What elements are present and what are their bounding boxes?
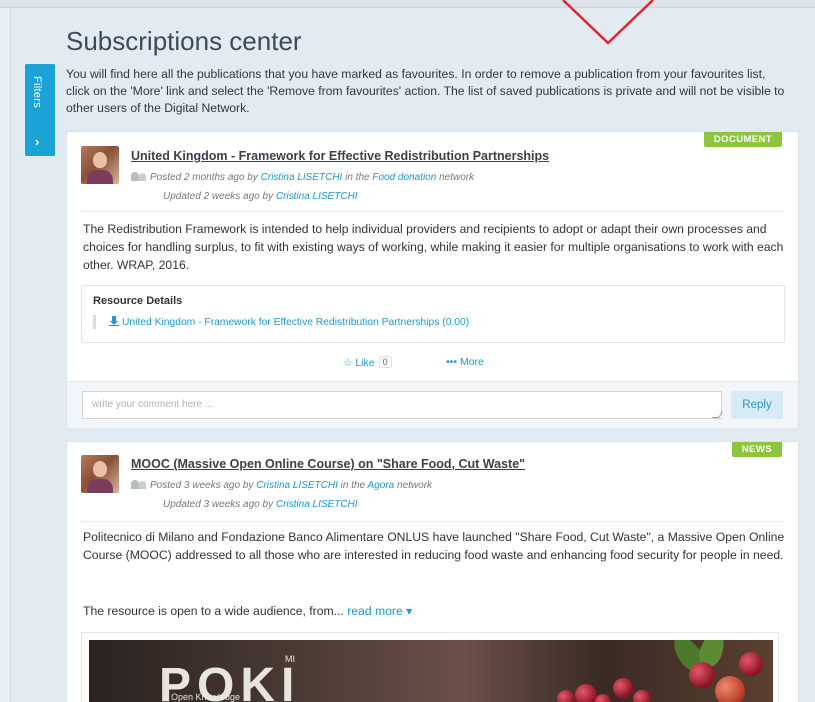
updated-meta: Updated 3 weeks ago by Cristina LISETCHI <box>163 499 358 510</box>
resource-bar <box>93 315 96 329</box>
type-badge: NEWS <box>731 442 782 457</box>
divider <box>81 211 784 212</box>
like-label: ☆ Like <box>343 357 375 369</box>
in-the-text: in the <box>340 480 366 491</box>
updated-author-link[interactable]: Cristina LISETCHI <box>276 191 358 202</box>
like-count: 0 <box>378 356 392 368</box>
publication-title[interactable]: United Kingdom - Framework for Effective… <box>131 149 549 163</box>
updated-prefix: Updated 2 weeks ago by <box>163 191 274 202</box>
updated-prefix: Updated 3 weeks ago by <box>163 499 274 510</box>
post-actions: ☆ Like 0 ••• More <box>67 356 800 372</box>
image-tagline: Open Knowledge <box>171 692 241 702</box>
page-intro: You will find here all the publications … <box>66 67 785 115</box>
posted-meta: Posted 2 months ago by Cristina LISETCHI… <box>131 170 474 183</box>
in-the-text: in the <box>345 172 370 183</box>
publication-card: DOCUMENT United Kingdom - Framework for … <box>66 131 799 428</box>
updated-author-link[interactable]: Cristina LISETCHI <box>276 499 358 510</box>
avatar[interactable] <box>81 455 119 493</box>
read-more-link[interactable]: read more ▾ <box>347 604 412 618</box>
updated-meta: Updated 2 weeks ago by Cristina LISETCHI <box>163 191 358 202</box>
top-bar <box>0 0 815 8</box>
download-icon <box>109 316 119 326</box>
more-button[interactable]: ••• More <box>446 356 484 368</box>
chevron-right-icon: › <box>35 134 40 149</box>
people-icon <box>131 478 146 489</box>
filters-tab-label: Filters <box>31 76 43 109</box>
resource-details-heading: Resource Details <box>93 295 183 307</box>
resource-details: Resource Details United Kingdom - Framew… <box>81 285 785 343</box>
people-icon <box>131 170 146 181</box>
publication-body: The Redistribution Framework is intended… <box>83 222 784 272</box>
image-logo-sup: MI <box>285 654 295 664</box>
publication-title[interactable]: MOOC (Massive Open Online Course) on "Sh… <box>131 457 525 471</box>
reply-button[interactable]: Reply <box>731 391 783 419</box>
network-suffix: network <box>397 480 433 491</box>
publication-card: NEWS MOOC (Massive Open Online Course) o… <box>66 441 799 702</box>
comment-area: write your comment here ... Reply <box>67 381 798 428</box>
page-title: Subscriptions center <box>66 26 302 56</box>
author-link[interactable]: Cristina LISETCHI <box>256 480 338 491</box>
publication-image[interactable]: POKI MI Open Knowledge <box>81 632 779 702</box>
image-content: POKI MI Open Knowledge <box>89 640 773 702</box>
excerpt-text: The resource is open to a wide audience,… <box>83 604 344 618</box>
posted-prefix: Posted 3 weeks ago by <box>150 480 254 491</box>
network-suffix: network <box>439 172 475 183</box>
network-link[interactable]: Food donation <box>372 172 436 183</box>
publication-body: Politecnico di Milano and Fondazione Ban… <box>83 530 785 562</box>
posted-meta: Posted 3 weeks ago by Cristina LISETCHI … <box>131 478 432 491</box>
like-button[interactable]: ☆ Like 0 <box>343 356 392 369</box>
posted-prefix: Posted 2 months ago by <box>150 172 258 183</box>
resource-download-link[interactable]: United Kingdom - Framework for Effective… <box>109 316 469 328</box>
divider <box>81 521 784 522</box>
chevron-down-icon <box>562 0 654 45</box>
resource-link-text: United Kingdom - Framework for Effective… <box>122 317 470 328</box>
type-badge: DOCUMENT <box>703 132 782 147</box>
publication-body-excerpt: The resource is open to a wide audience,… <box>83 602 789 620</box>
network-link[interactable]: Agora <box>368 480 395 491</box>
filters-tab[interactable]: Filters › <box>25 64 55 156</box>
comment-input[interactable]: write your comment here ... <box>82 391 722 419</box>
author-link[interactable]: Cristina LISETCHI <box>261 172 343 183</box>
avatar[interactable] <box>81 146 119 184</box>
